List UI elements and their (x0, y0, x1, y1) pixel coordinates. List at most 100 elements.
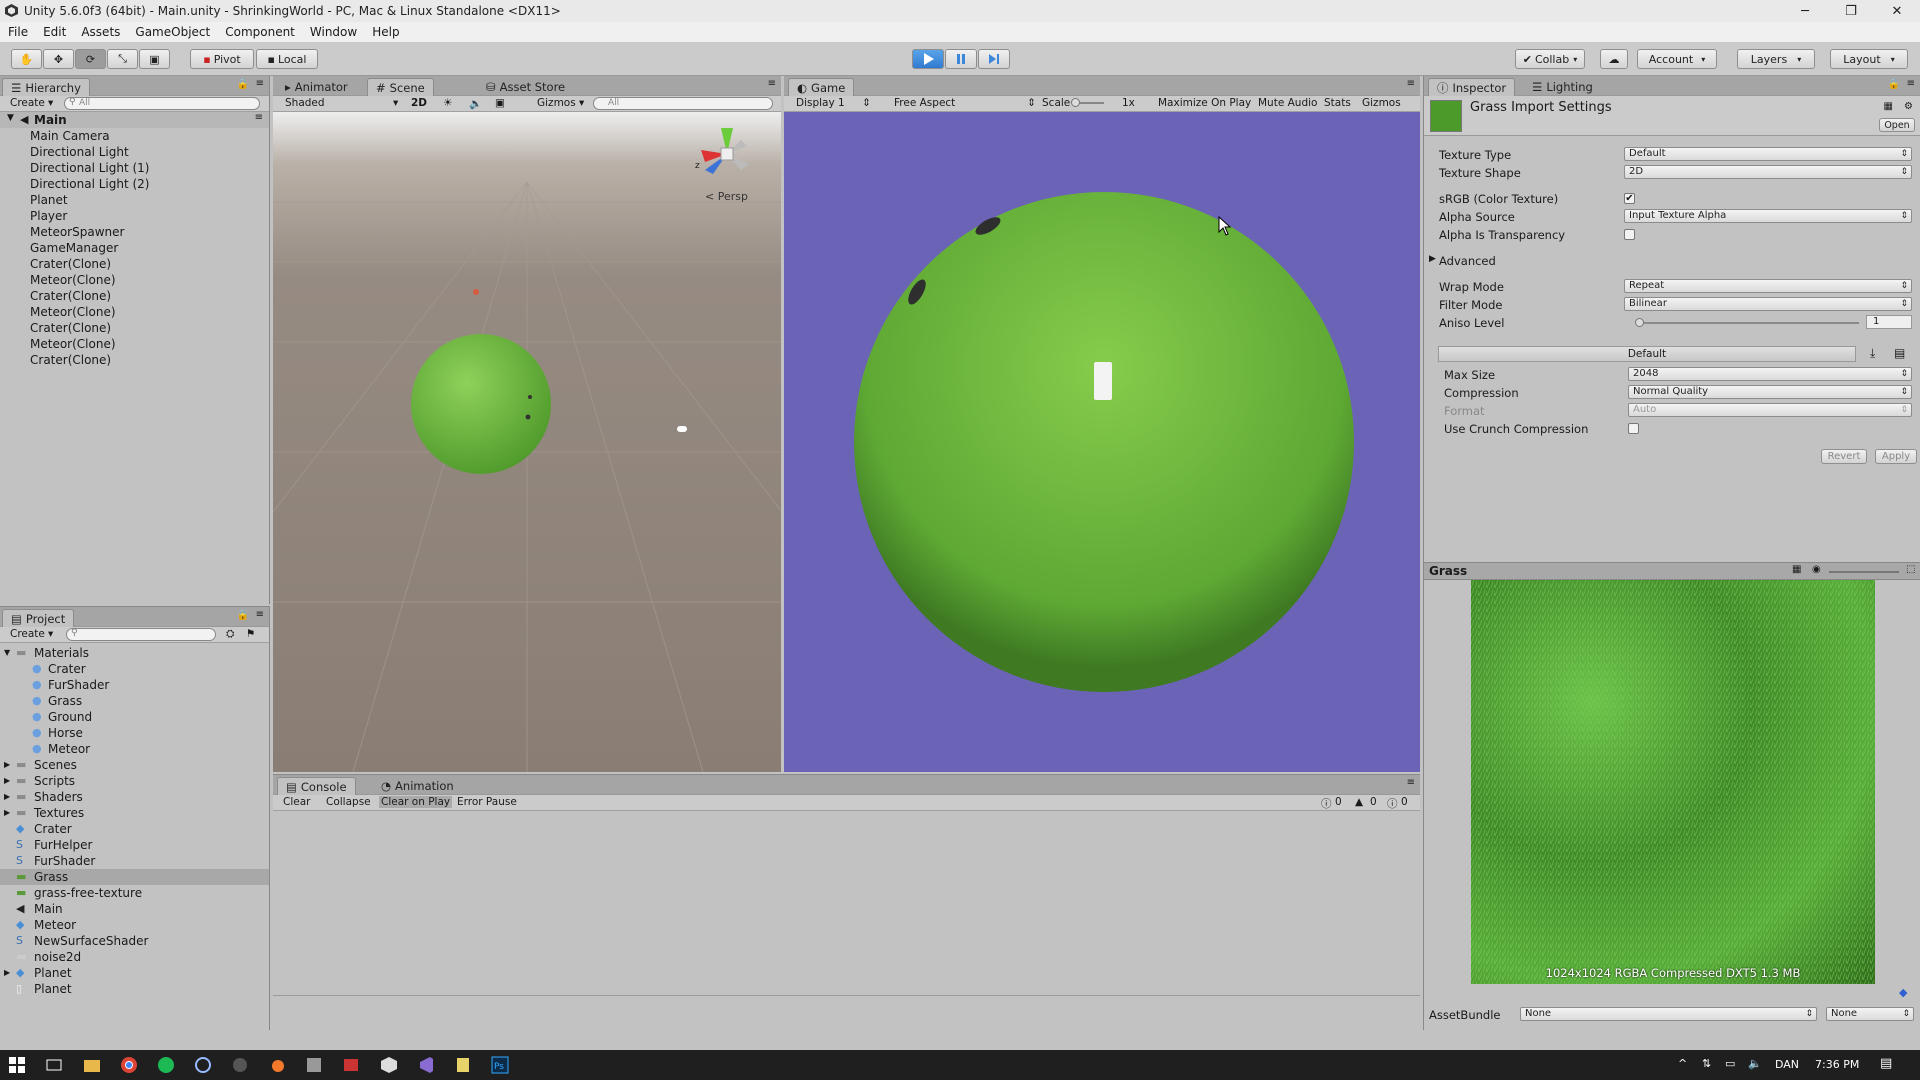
hierarchy-item[interactable]: Crater(Clone) (30, 288, 269, 304)
aspect-dropdown[interactable]: Free Aspect (894, 97, 955, 109)
console-clear-button[interactable]: Clear (283, 796, 310, 808)
alpha-transparency-checkbox[interactable] (1624, 229, 1635, 240)
project-item[interactable]: ▶ ▬ Textures (0, 805, 269, 821)
scene-lighting-icon[interactable]: ☀ (443, 97, 452, 109)
scene-orientation-gizmo[interactable]: z (691, 124, 761, 184)
scene-search-input[interactable]: All (593, 97, 773, 110)
network-tray-icon[interactable]: ⇅ (1702, 1057, 1711, 1070)
filter-type-icon[interactable]: ⛭ (226, 628, 234, 641)
lock-icon[interactable]: 🔒 (237, 610, 249, 621)
texture-type-dropdown[interactable]: Default (1624, 147, 1912, 161)
panel-menu-icon[interactable]: ≡ (1407, 777, 1415, 788)
project-item[interactable]: ▬ noise2d (0, 949, 269, 965)
menu-window[interactable]: Window (310, 25, 357, 39)
hierarchy-item[interactable]: Crater(Clone) (30, 256, 269, 272)
aniso-level-input[interactable]: 1 (1866, 315, 1912, 329)
hierarchy-item[interactable]: Directional Light (2) (30, 176, 269, 192)
lock-icon[interactable]: 🔒 (1888, 79, 1900, 90)
game-planet-sphere[interactable] (784, 112, 1420, 772)
panel-menu-icon[interactable]: ≡ (256, 78, 264, 89)
project-item[interactable]: ▶ ◆ Planet (0, 965, 269, 981)
visual-studio-icon[interactable] (417, 1056, 435, 1074)
maximize-on-play-toggle[interactable]: Maximize On Play (1158, 97, 1251, 109)
project-item[interactable]: ◆ Crater (0, 821, 269, 837)
hierarchy-item[interactable]: Main Camera (30, 128, 269, 144)
tab-inspector[interactable]: ⓘ Inspector (1428, 78, 1516, 96)
cloud-button[interactable]: ☁ (1600, 49, 1628, 69)
info-icon[interactable]: ⓘ (1321, 796, 1332, 811)
panel-menu-icon[interactable]: ≡ (1907, 78, 1915, 89)
mute-audio-toggle[interactable]: Mute Audio (1258, 97, 1317, 109)
game-viewport[interactable] (784, 112, 1420, 772)
hierarchy-item[interactable]: Directional Light (30, 144, 269, 160)
gear-icon[interactable]: ⚙ (1904, 101, 1913, 112)
steam-icon[interactable] (231, 1056, 249, 1074)
mip-icon[interactable]: ◉ (1812, 564, 1821, 575)
project-item[interactable]: ▯ Planet (0, 981, 269, 997)
project-item[interactable]: ▬ grass-free-texture (0, 885, 269, 901)
expand-arrow-icon[interactable]: ▶ (4, 757, 10, 773)
collab-dropdown[interactable]: ✔ Collab ▾ (1515, 49, 1585, 69)
revert-button[interactable]: Revert (1821, 449, 1867, 464)
wrap-mode-dropdown[interactable]: Repeat (1624, 279, 1912, 293)
windows-start-icon[interactable] (8, 1056, 26, 1074)
file-explorer-icon[interactable] (83, 1056, 101, 1074)
scale-tool-button[interactable]: ⤡ (107, 49, 138, 69)
panel-menu-icon[interactable]: ≡ (256, 609, 264, 620)
pivot-toggle[interactable]: ▪ Pivot (190, 49, 254, 69)
assetbundle-variant-dropdown[interactable]: None (1826, 1007, 1914, 1021)
hierarchy-scene-row[interactable]: ▼ ◀ Main ≡ (0, 112, 269, 128)
project-search-input[interactable]: ⚲ (66, 628, 216, 641)
hierarchy-item[interactable]: Planet (30, 192, 269, 208)
hierarchy-item[interactable]: Directional Light (1) (30, 160, 269, 176)
console-log-area[interactable] (273, 811, 1420, 995)
play-button[interactable] (912, 49, 944, 69)
project-item[interactable]: S FurHelper (0, 837, 269, 853)
tab-lighting[interactable]: ☰ Lighting (1524, 78, 1601, 96)
game-gizmos-dropdown[interactable]: Gizmos (1362, 97, 1401, 109)
account-dropdown[interactable]: Account ▾ (1637, 49, 1717, 69)
platform-default-tab[interactable]: Default (1438, 346, 1856, 362)
pause-button[interactable] (945, 49, 977, 69)
menu-assets[interactable]: Assets (81, 25, 120, 39)
mode-2d-toggle[interactable]: 2D (411, 97, 427, 109)
scene-planet-sphere[interactable] (406, 329, 556, 479)
project-item[interactable]: ▶ ▬ Scripts (0, 773, 269, 789)
assetbundle-name-dropdown[interactable]: None (1520, 1007, 1817, 1021)
notification-icon[interactable]: ▤ (1880, 1056, 1892, 1071)
player-gizmo-icon[interactable] (677, 426, 687, 432)
error-icon[interactable]: ⓘ (1387, 796, 1398, 811)
step-button[interactable] (978, 49, 1010, 69)
project-item[interactable]: ◀ Main (0, 901, 269, 917)
tab-scene[interactable]: # Scene (367, 78, 434, 96)
slider-handle[interactable] (1635, 318, 1644, 327)
language-indicator[interactable]: DAN (1775, 1058, 1799, 1071)
tab-animation[interactable]: ◔ Animation (373, 777, 462, 795)
rotate-tool-button[interactable]: ⟳ (75, 49, 106, 69)
meteor-object[interactable] (473, 289, 479, 295)
menu-file[interactable]: File (8, 25, 28, 39)
unity-taskbar-icon[interactable] (380, 1056, 398, 1074)
project-create-button[interactable]: Create (10, 628, 45, 640)
srgb-checkbox[interactable]: ✔ (1624, 193, 1635, 204)
hierarchy-item[interactable]: Meteor(Clone) (30, 304, 269, 320)
max-size-dropdown[interactable]: 2048 (1628, 367, 1912, 381)
shading-mode-dropdown[interactable]: Shaded (285, 97, 325, 109)
monitor-tray-icon[interactable]: ▭ (1725, 1057, 1735, 1070)
project-item[interactable]: ● Horse (0, 725, 269, 741)
hierarchy-item[interactable]: MeteorSpawner (30, 224, 269, 240)
filter-label-icon[interactable]: ⚑ (246, 628, 255, 640)
scene-audio-icon[interactable]: 🔈 (469, 97, 482, 110)
apply-button[interactable]: Apply (1875, 449, 1917, 464)
aniso-slider[interactable] (1635, 318, 1859, 327)
expand-arrow-icon[interactable]: ▼ (7, 113, 14, 123)
hierarchy-item[interactable]: Meteor(Clone) (30, 272, 269, 288)
blender-icon[interactable] (268, 1056, 286, 1074)
hand-tool-button[interactable]: ✋ (11, 49, 42, 69)
tab-project[interactable]: ▤ Project (2, 609, 75, 627)
rgb-channel-icon[interactable]: ▦ (1792, 564, 1801, 575)
scene-menu-icon[interactable]: ≡ (255, 112, 263, 123)
notepad-icon[interactable] (454, 1056, 472, 1074)
expand-arrow-icon[interactable]: ▼ (4, 645, 10, 661)
project-item[interactable]: ▼ ▬ Materials (0, 645, 269, 661)
